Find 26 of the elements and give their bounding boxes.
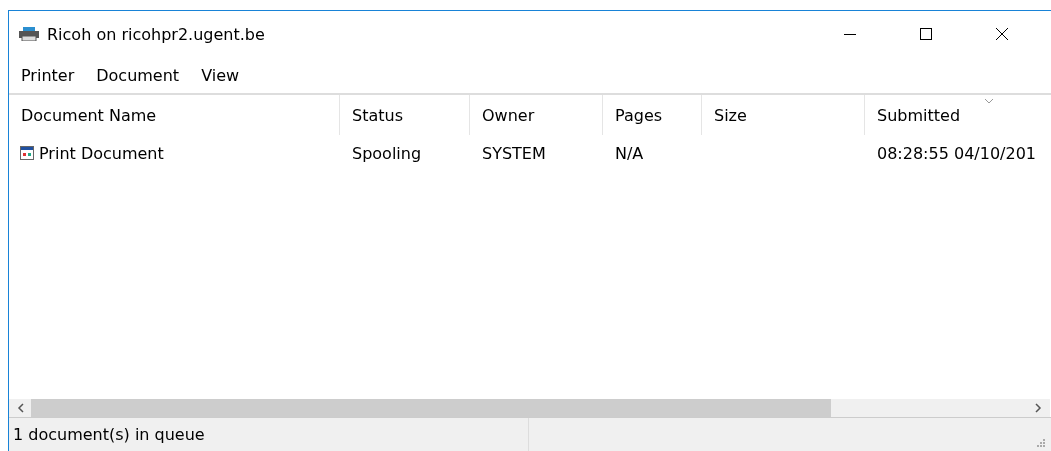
column-header[interactable]: Submitted	[865, 95, 1051, 135]
resize-grip-icon[interactable]	[1035, 437, 1045, 447]
table-cell: 08:28:55 04/10/201	[877, 143, 1036, 163]
status-text: 1 document(s) in queue	[12, 425, 206, 444]
table-cell: N/A	[615, 143, 644, 163]
sort-caret-icon	[984, 98, 995, 104]
column-header[interactable]: Pages	[603, 95, 702, 135]
document-icon	[19, 145, 35, 161]
minimize-icon	[844, 33, 856, 35]
close-icon	[995, 27, 1009, 41]
table-cell: SYSTEM	[482, 143, 546, 163]
scroll-right-icon[interactable]	[1034, 403, 1042, 413]
scroll-left-icon[interactable]	[17, 403, 25, 413]
column-header[interactable]: Size	[702, 95, 865, 135]
menu-item[interactable]: View	[201, 65, 240, 85]
table-cell: Spooling	[352, 143, 422, 163]
scrollbar-thumb[interactable]	[31, 399, 831, 417]
column-header[interactable]: Owner	[470, 95, 603, 135]
table-cell: Print Document	[39, 143, 164, 163]
printer-icon	[19, 27, 39, 41]
menu-item[interactable]: Document	[96, 65, 180, 85]
menu-item[interactable]: Printer	[21, 65, 75, 85]
column-header[interactable]: Status	[340, 95, 470, 135]
window-title: Ricoh on ricohpr2.ugent.be	[47, 24, 265, 44]
maximize-icon	[919, 27, 933, 41]
column-header[interactable]: Document Name	[9, 95, 340, 135]
